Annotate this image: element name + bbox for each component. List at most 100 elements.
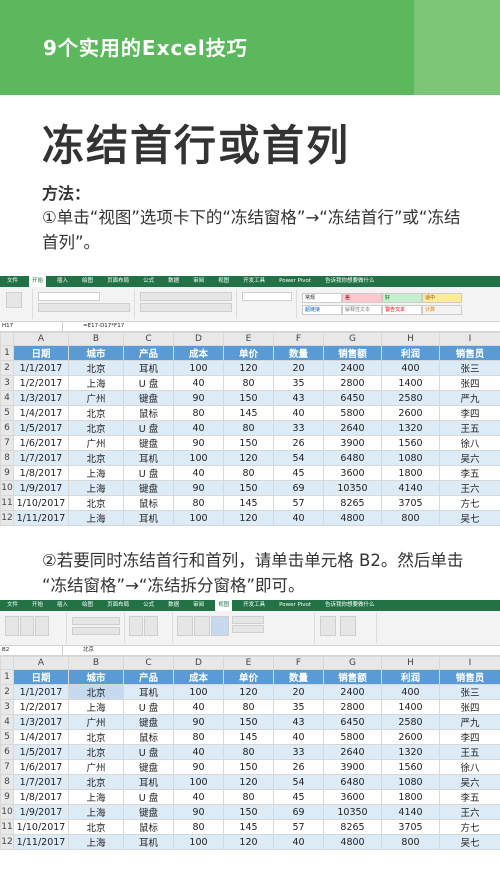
data-cell[interactable]: 145	[223, 495, 274, 511]
data-cell[interactable]: 耳机	[123, 450, 174, 466]
ribbon-tab[interactable]: 数据	[165, 276, 182, 287]
data-cell[interactable]: 45	[273, 789, 324, 805]
column-header[interactable]: B	[68, 656, 124, 670]
data-cell[interactable]: 4140	[381, 480, 440, 496]
gridlines-checkbox[interactable]	[72, 617, 120, 625]
ribbon-tab[interactable]: Power Pivot	[276, 276, 314, 287]
ribbon-tab[interactable]: 审阅	[190, 600, 207, 611]
data-cell[interactable]: 1/7/2017	[13, 774, 69, 790]
data-cell[interactable]: 北京	[68, 420, 124, 436]
data-cell[interactable]: 6450	[323, 390, 382, 406]
data-cell[interactable]: 耳机	[123, 684, 174, 700]
data-cell[interactable]: 40	[273, 405, 324, 421]
data-cell[interactable]: 120	[223, 510, 274, 526]
data-cell[interactable]: 145	[223, 729, 274, 745]
data-cell[interactable]: 吴六	[439, 774, 500, 790]
data-cell[interactable]: U 盘	[123, 789, 174, 805]
data-cell[interactable]: 1/5/2017	[13, 744, 69, 760]
column-header[interactable]: B	[68, 332, 124, 346]
style-hyperlink[interactable]: 超链接	[302, 305, 342, 315]
data-cell[interactable]: 1800	[381, 465, 440, 481]
data-cell[interactable]: 耳机	[123, 360, 174, 376]
data-cell[interactable]: 北京	[68, 819, 124, 835]
style-neutral[interactable]: 适中	[422, 293, 462, 303]
zoom-100-icon[interactable]	[144, 616, 158, 636]
data-cell[interactable]: 26	[273, 759, 324, 775]
data-cell[interactable]: 张四	[439, 375, 500, 391]
data-cell[interactable]: 90	[173, 759, 224, 775]
data-cell[interactable]: 80	[173, 495, 224, 511]
data-cell[interactable]: 1/11/2017	[13, 834, 69, 850]
header-cell[interactable]: 产品	[123, 345, 174, 361]
data-cell[interactable]: 键盘	[123, 390, 174, 406]
data-cell[interactable]: 上海	[68, 699, 124, 715]
column-header[interactable]: I	[439, 656, 500, 670]
column-header[interactable]: I	[439, 332, 500, 346]
row-number[interactable]: 10	[0, 480, 14, 496]
data-cell[interactable]: 80	[223, 699, 274, 715]
column-header[interactable]: G	[323, 332, 382, 346]
column-header[interactable]: D	[173, 332, 224, 346]
row-number[interactable]: 2	[0, 684, 14, 700]
data-cell[interactable]: 2400	[323, 360, 382, 376]
ribbon-tab[interactable]: 绘图	[79, 600, 96, 611]
data-cell[interactable]: 2580	[381, 390, 440, 406]
data-cell[interactable]: 上海	[68, 834, 124, 850]
data-cell[interactable]: 80	[173, 405, 224, 421]
data-cell[interactable]: 150	[223, 714, 274, 730]
data-cell[interactable]: 2580	[381, 714, 440, 730]
data-cell[interactable]: 李四	[439, 405, 500, 421]
data-cell[interactable]: 吴七	[439, 834, 500, 850]
data-cell[interactable]: U 盘	[123, 465, 174, 481]
ribbon-tab[interactable]: 数据	[165, 600, 182, 611]
data-cell[interactable]: 100	[173, 510, 224, 526]
data-cell[interactable]: 北京	[68, 774, 124, 790]
data-cell[interactable]: 北京	[68, 729, 124, 745]
data-cell[interactable]: 80	[223, 420, 274, 436]
data-cell[interactable]: 80	[173, 819, 224, 835]
formula-input[interactable]: 北京	[63, 646, 94, 655]
data-cell[interactable]: 40	[273, 729, 324, 745]
data-cell[interactable]: 上海	[68, 375, 124, 391]
data-cell[interactable]: 1/4/2017	[13, 729, 69, 745]
data-cell[interactable]: 北京	[68, 744, 124, 760]
data-cell[interactable]: 120	[223, 834, 274, 850]
data-cell[interactable]: 1320	[381, 744, 440, 760]
name-box[interactable]: B2	[0, 646, 63, 655]
data-cell[interactable]: 2640	[323, 744, 382, 760]
data-cell[interactable]: 1560	[381, 759, 440, 775]
data-cell[interactable]: 80	[223, 465, 274, 481]
header-cell[interactable]: 单价	[223, 345, 274, 361]
row-number[interactable]: 10	[0, 804, 14, 820]
data-cell[interactable]: 严九	[439, 714, 500, 730]
row-number[interactable]: 12	[0, 510, 14, 526]
data-cell[interactable]: 150	[223, 435, 274, 451]
data-cell[interactable]: 2600	[381, 405, 440, 421]
data-cell[interactable]: 耳机	[123, 774, 174, 790]
ribbon-tab[interactable]: 绘图	[79, 276, 96, 287]
data-cell[interactable]: 5800	[323, 405, 382, 421]
column-header[interactable]: G	[323, 656, 382, 670]
data-cell[interactable]: 40	[173, 789, 224, 805]
font-name-select[interactable]	[38, 292, 100, 301]
data-cell[interactable]: 20	[273, 684, 324, 700]
data-cell[interactable]: 10350	[323, 804, 382, 820]
header-cell[interactable]: 销售员	[439, 345, 500, 361]
data-cell[interactable]: 王六	[439, 804, 500, 820]
data-cell[interactable]: 150	[223, 804, 274, 820]
data-cell[interactable]: 张三	[439, 684, 500, 700]
ribbon-tab[interactable]: 页面布局	[104, 276, 132, 287]
merge-buttons[interactable]	[140, 303, 232, 312]
data-cell[interactable]: 广州	[68, 390, 124, 406]
ribbon-tab[interactable]: 审阅	[190, 276, 207, 287]
data-cell[interactable]: 150	[223, 759, 274, 775]
column-header[interactable]: C	[123, 656, 174, 670]
data-cell[interactable]: 徐八	[439, 759, 500, 775]
data-cell[interactable]: 4140	[381, 804, 440, 820]
data-cell[interactable]: 5800	[323, 729, 382, 745]
row-number[interactable]: 7	[0, 759, 14, 775]
data-cell[interactable]: 鼠标	[123, 729, 174, 745]
data-cell[interactable]: 键盘	[123, 804, 174, 820]
style-normal[interactable]: 常规	[302, 293, 342, 303]
data-cell[interactable]: 40	[273, 834, 324, 850]
